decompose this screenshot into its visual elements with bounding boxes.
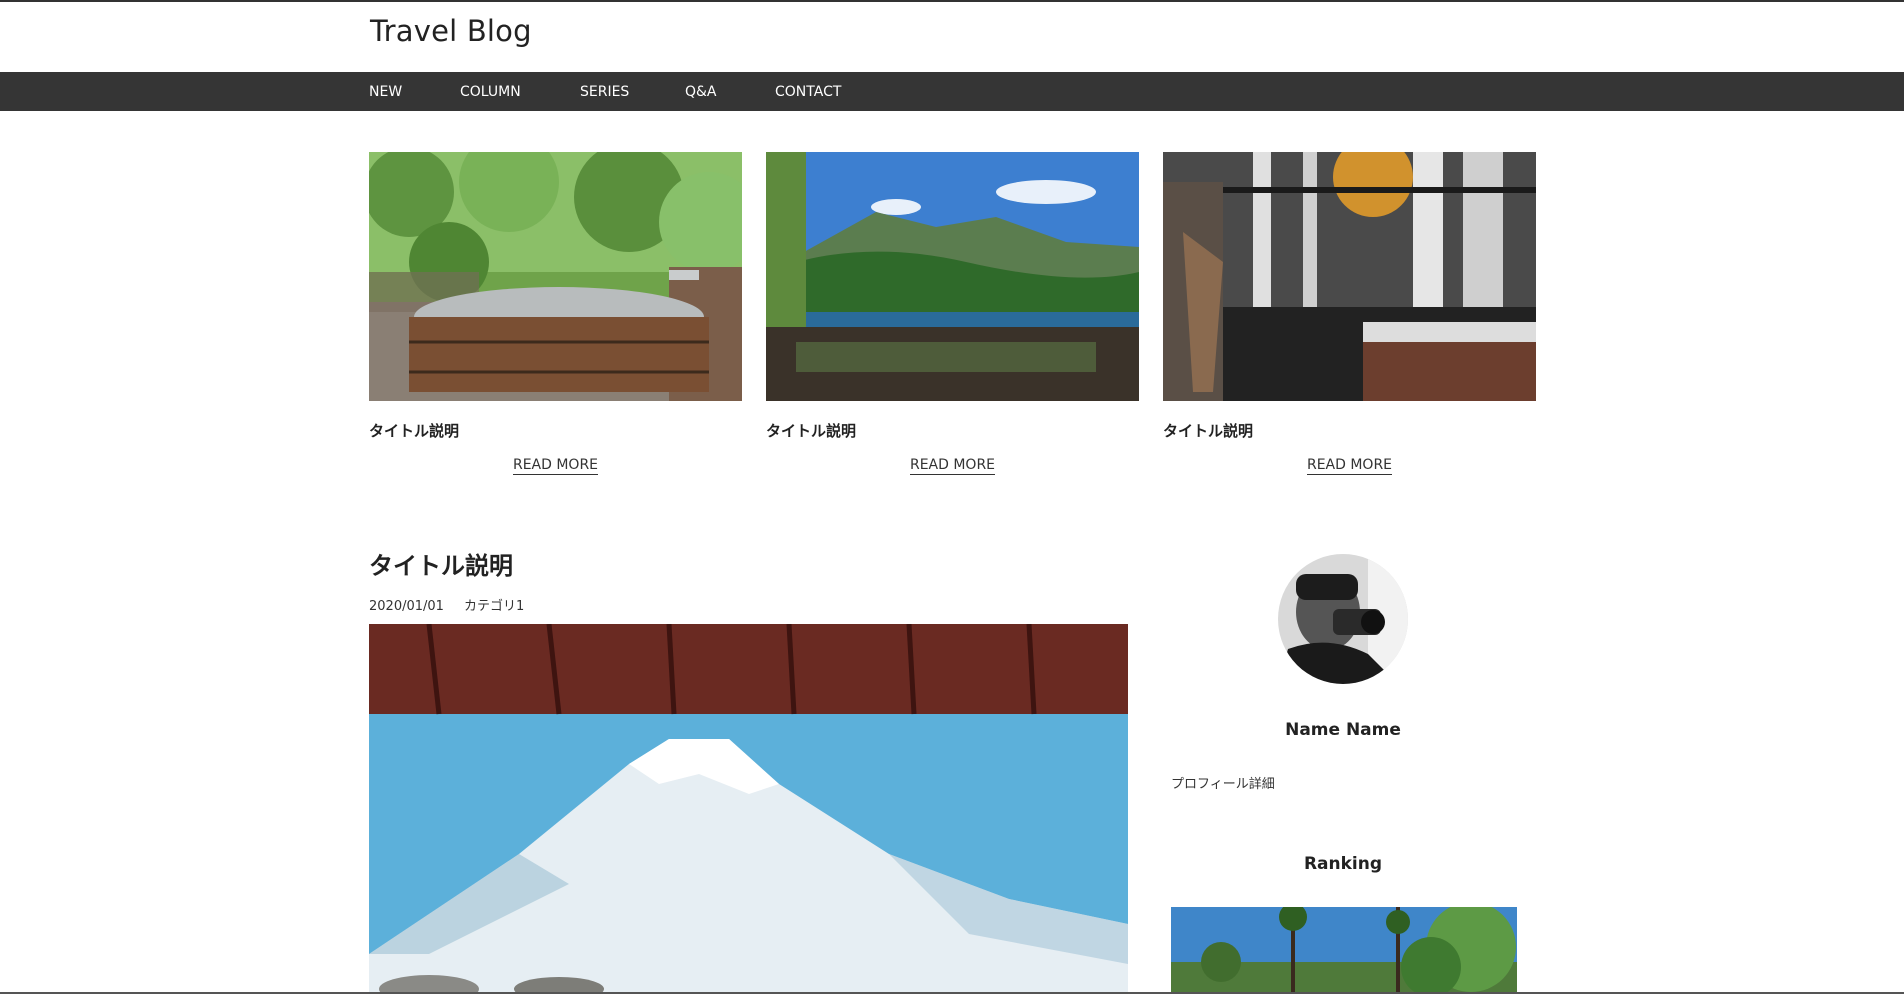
nav-item-series[interactable]: SERIES — [580, 84, 629, 100]
article-card-title[interactable]: タイトル説明 — [766, 420, 1139, 441]
article-card-title[interactable]: タイトル説明 — [369, 420, 742, 441]
post-date: 2020/01/01 — [369, 599, 444, 614]
ranking-heading: Ranking — [1303, 854, 1383, 874]
article-card-title[interactable]: タイトル説明 — [1163, 420, 1536, 441]
post-meta: 2020/01/01 カテゴリ1 — [369, 595, 524, 614]
profile-detail: プロフィール詳細 — [1171, 777, 1275, 792]
article-card-2: タイトル説明 READ MORE — [766, 152, 1139, 475]
nav-item-qa[interactable]: Q&A — [685, 84, 717, 100]
post-featured-image[interactable] — [369, 624, 1128, 994]
article-card-thumbnail[interactable] — [1163, 152, 1536, 401]
ranking-thumbnail[interactable] — [1171, 907, 1517, 994]
read-more-link[interactable]: READ MORE — [909, 457, 996, 475]
post-title[interactable]: タイトル説明 — [369, 546, 513, 581]
profile-name: Name Name — [1285, 720, 1401, 740]
article-card-1: タイトル説明 READ MORE — [369, 152, 742, 475]
read-more-link[interactable]: READ MORE — [512, 457, 599, 475]
profile-avatar — [1278, 554, 1408, 684]
article-card-3: タイトル説明 READ MORE — [1163, 152, 1536, 475]
nav-item-column[interactable]: COLUMN — [460, 84, 521, 100]
article-card-thumbnail[interactable] — [369, 152, 742, 401]
article-card-thumbnail[interactable] — [766, 152, 1139, 401]
main-nav: NEW COLUMN SERIES Q&A CONTACT — [0, 72, 1904, 111]
nav-item-contact[interactable]: CONTACT — [775, 84, 841, 100]
nav-item-new[interactable]: NEW — [369, 84, 402, 100]
site-brand[interactable]: Travel Blog — [370, 14, 532, 48]
top-border — [0, 0, 1904, 2]
read-more-link[interactable]: READ MORE — [1306, 457, 1393, 475]
post-category[interactable]: カテゴリ1 — [464, 599, 524, 614]
